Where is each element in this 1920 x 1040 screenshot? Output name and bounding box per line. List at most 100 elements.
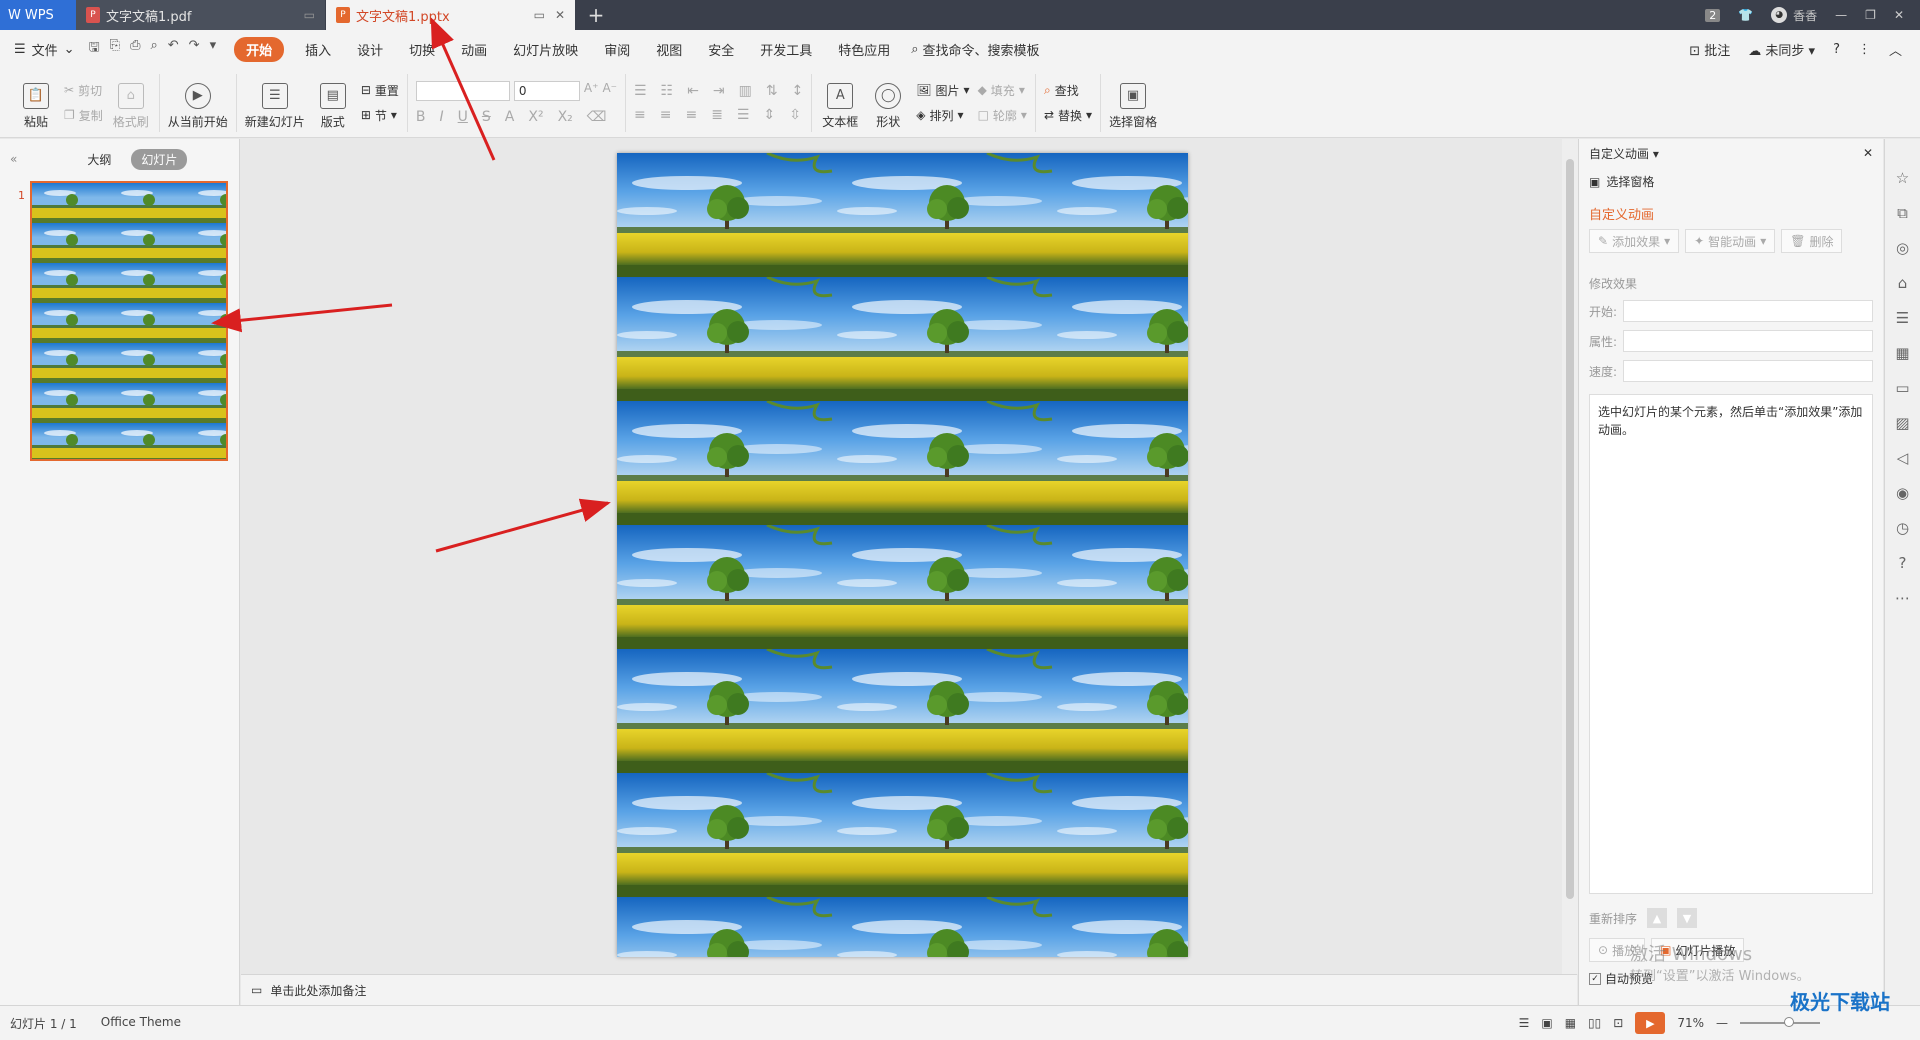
record-icon[interactable]: ◉ <box>1896 484 1909 502</box>
format-painter-button[interactable]: ⌂ 格式刷 <box>111 76 151 130</box>
font-name-input[interactable] <box>415 80 510 101</box>
paste-button[interactable]: 📋 粘贴 <box>16 76 56 130</box>
command-search[interactable]: ⌕ 查找命令、搜索模板 <box>911 40 1039 59</box>
slide-sorter-icon[interactable]: ▦ <box>1565 1016 1576 1030</box>
file-menu[interactable]: ☰ 文件 ⌄ <box>14 40 75 59</box>
close-window-icon[interactable]: ✕ <box>1894 8 1904 22</box>
editor-scrollbar[interactable] <box>1562 139 1578 974</box>
help-icon[interactable]: ? <box>1833 42 1840 57</box>
save-icon[interactable]: 🖫 <box>89 38 100 60</box>
image-icon[interactable]: ▨ <box>1895 414 1909 432</box>
custom-animation-icon[interactable]: ☆ <box>1896 169 1909 187</box>
new-slide-button[interactable]: ☰ 新建幻灯片 <box>245 76 305 130</box>
tab-design[interactable]: 设计 <box>344 40 396 59</box>
strikethrough-icon[interactable]: S <box>482 109 491 125</box>
slide-thumbnail[interactable] <box>30 181 228 461</box>
redo-icon[interactable]: ↷ <box>189 38 200 60</box>
textbox-button[interactable]: A 文本框 <box>820 76 860 130</box>
export-icon[interactable]: ⎘ <box>110 38 120 60</box>
landscape-background-image[interactable] <box>617 153 1188 957</box>
start-slideshow-button[interactable]: ▶ <box>1635 1012 1666 1034</box>
close-panel-icon[interactable]: ✕ <box>1863 146 1873 160</box>
user-account[interactable]: ◕ 香香 <box>1771 7 1817 24</box>
tab-developer[interactable]: 开发工具 <box>747 40 825 59</box>
font-size-input[interactable]: 0 <box>513 80 580 101</box>
delete-button[interactable]: 🗑 删除 <box>1781 229 1843 253</box>
presenter-view-icon[interactable]: ⊡ <box>1613 1016 1623 1030</box>
slide-canvas[interactable] <box>617 153 1188 957</box>
start-select[interactable] <box>1623 300 1873 322</box>
add-effect-button[interactable]: ✎ 添加效果 ▾ <box>1589 229 1680 253</box>
subscript-icon[interactable]: X₂ <box>558 109 573 125</box>
spacing-before-icon[interactable]: ⇕ <box>763 107 775 123</box>
superscript-icon[interactable]: X² <box>528 109 543 125</box>
reset-button[interactable]: ⊟ 重置 <box>361 82 399 99</box>
align-left-icon[interactable]: ≡ <box>634 107 646 123</box>
cut-button[interactable]: ✂ 剪切 <box>64 82 103 99</box>
increase-indent-icon[interactable]: ⇥ <box>713 83 725 99</box>
tab-pin-icon[interactable]: ▭ <box>304 8 315 22</box>
arrange-button[interactable]: ◈ 排列 ▾ <box>916 107 969 124</box>
grow-font-icon[interactable]: A⁺ <box>584 81 599 101</box>
object-properties-icon[interactable]: ⌂ <box>1898 274 1908 292</box>
tab-features[interactable]: 特色应用 <box>825 40 903 59</box>
more-icon[interactable]: ⋮ <box>1858 42 1871 57</box>
numbered-list-icon[interactable]: ☷ <box>661 83 674 99</box>
collapse-ribbon-icon[interactable]: ︿ <box>1889 40 1902 59</box>
tab-pptx-document[interactable]: P 文字文稿1.pptx ▭ ✕ <box>326 0 576 30</box>
normal-view-icon[interactable]: ▣ <box>1541 1016 1552 1030</box>
find-button[interactable]: ⌕ 查找 <box>1044 82 1092 99</box>
decrease-indent-icon[interactable]: ⇤ <box>687 83 699 99</box>
selection-pane-button[interactable]: ▣ 选择窗格 <box>1109 76 1157 130</box>
fill-button[interactable]: ◆ 填充 ▾ <box>978 82 1027 99</box>
replace-button[interactable]: ⇄ 替换 ▾ <box>1044 107 1092 124</box>
text-direction-icon[interactable]: ⇅ <box>766 83 778 99</box>
copy-button[interactable]: ❐ 复制 <box>64 107 103 124</box>
line-spacing-icon[interactable]: ↕ <box>792 83 804 99</box>
italic-icon[interactable]: I <box>440 109 444 125</box>
justify-icon[interactable]: ≣ <box>711 107 723 123</box>
underline-icon[interactable]: U <box>458 109 468 125</box>
tab-animation[interactable]: 动画 <box>448 40 500 59</box>
picture-button[interactable]: 🖼 图片 ▾ <box>916 82 969 99</box>
more-options-icon[interactable]: ⋯ <box>1895 589 1910 607</box>
help-circle-icon[interactable]: ? <box>1899 554 1907 572</box>
distribute-icon[interactable]: ☰ <box>737 107 750 123</box>
minimize-icon[interactable]: — <box>1835 8 1847 22</box>
skin-icon[interactable]: 👕 <box>1738 8 1753 22</box>
tab-view[interactable]: 视图 <box>643 40 695 59</box>
shapes-icon[interactable]: ◎ <box>1896 239 1909 257</box>
tab-slides[interactable]: 幻灯片 <box>131 148 188 170</box>
undo-icon[interactable]: ↶ <box>168 38 179 60</box>
tab-outline[interactable]: 大纲 <box>77 149 121 170</box>
tab-review[interactable]: 审阅 <box>591 40 643 59</box>
move-down-button[interactable]: ▼ <box>1677 908 1698 928</box>
theme-name[interactable]: Office Theme <box>101 1015 181 1032</box>
speed-select[interactable] <box>1623 360 1873 382</box>
tab-home[interactable]: 开始 <box>234 36 285 62</box>
shape-button[interactable]: ◯ 形状 <box>868 76 908 130</box>
tab-pin-icon[interactable]: ▭ <box>534 8 545 22</box>
property-select[interactable] <box>1623 330 1873 352</box>
smart-animation-button[interactable]: ✦ 智能动画 ▾ <box>1685 229 1776 253</box>
tab-insert[interactable]: 插入 <box>292 40 344 59</box>
sync-button[interactable]: ☁ 未同步 ▾ <box>1748 40 1815 59</box>
close-icon[interactable]: ✕ <box>555 8 565 22</box>
template-icon[interactable]: ▦ <box>1895 344 1909 362</box>
spacing-after-icon[interactable]: ⇳ <box>789 107 801 123</box>
collapse-panel-icon[interactable]: « <box>10 152 17 166</box>
settings-sliders-icon[interactable]: ☰ <box>1896 309 1909 327</box>
history-icon[interactable]: ◷ <box>1896 519 1909 537</box>
shrink-font-icon[interactable]: A⁻ <box>602 81 617 101</box>
align-center-icon[interactable]: ≡ <box>660 107 672 123</box>
notes-area[interactable]: ▭ 单击此处添加备注 <box>241 974 1577 1005</box>
clear-format-icon[interactable]: ⌫ <box>587 109 607 125</box>
restore-icon[interactable]: ❐ <box>1865 8 1876 22</box>
move-up-button[interactable]: ▲ <box>1647 908 1668 928</box>
autopreview-checkbox[interactable]: ✓ <box>1589 972 1601 985</box>
tab-transition[interactable]: 切换 <box>396 40 448 59</box>
bullet-list-icon[interactable]: ☰ <box>634 83 647 99</box>
align-right-icon[interactable]: ≡ <box>685 107 697 123</box>
tab-slideshow[interactable]: 幻灯片放映 <box>500 40 591 59</box>
layout-button[interactable]: ▤ 版式 <box>313 76 353 130</box>
